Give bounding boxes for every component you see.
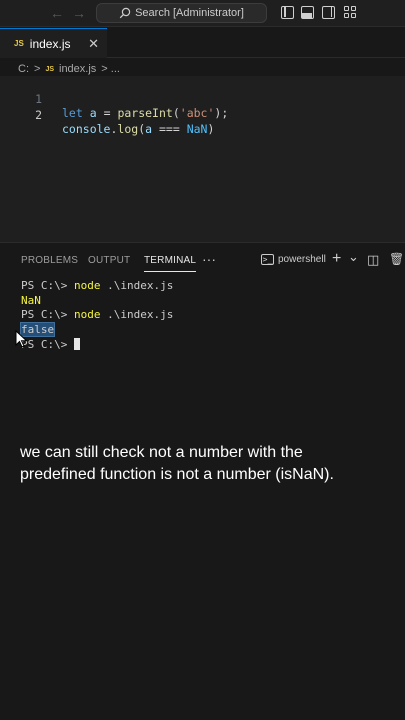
toggle-primary-sidebar-icon[interactable] [281, 6, 294, 19]
code-token: a [89, 106, 97, 120]
terminal-cursor [73, 337, 80, 350]
prompt: PS C:\> [21, 279, 68, 292]
tab-label: index.js [29, 36, 71, 51]
terminal-name: powershell [278, 254, 326, 265]
code-text: console.log(a === NaN) [62, 122, 214, 136]
code-token: ) [207, 122, 215, 136]
add-terminal-icon[interactable]: + [332, 250, 341, 268]
panel-tab-bar: PROBLEMS OUTPUT TERMINAL ··· >_ powershe… [0, 249, 405, 273]
chevron-right-icon: > [34, 63, 41, 75]
code-token: console [62, 122, 111, 136]
code-token: ( [172, 106, 180, 120]
tab-index-js[interactable]: JS index.js ✕ [0, 28, 107, 58]
customize-layout-icon[interactable] [344, 6, 357, 19]
terminal-line-1: PS C:\> node .\index.js [21, 279, 401, 294]
code-text: let a = parseInt('abc'); [62, 106, 228, 120]
code-token: 'abc' [179, 106, 215, 120]
javascript-file-icon: JS [45, 65, 54, 73]
terminal-output-nan: NaN [21, 293, 41, 307]
terminal-selector[interactable]: >_ powershell [261, 254, 326, 265]
editor-tab-bar: JS index.js ✕ [0, 28, 405, 58]
forward-arrow-icon[interactable]: → [72, 5, 86, 21]
code-token: log [117, 122, 139, 136]
terminal-icon: >_ [261, 254, 274, 265]
split-terminal-icon[interactable]: ◫ [367, 252, 379, 268]
toggle-panel-icon[interactable] [301, 6, 314, 19]
code-token: ); [214, 106, 229, 120]
argument: .\index.js [107, 279, 174, 292]
javascript-file-icon: JS [14, 39, 24, 48]
tab-problems[interactable]: PROBLEMS [21, 255, 78, 266]
command: node [73, 279, 101, 292]
line-number: 2 [35, 108, 42, 122]
back-arrow-icon[interactable]: ← [50, 5, 64, 21]
caption-text: we can still check not a number with the… [20, 444, 334, 483]
search-label: Search [Administrator] [135, 7, 244, 19]
code-token: === [152, 122, 187, 136]
breadcrumb-drive[interactable]: C: [18, 63, 29, 75]
title-bar: ← → Search [Administrator] [0, 0, 405, 27]
code-token: parseInt [117, 106, 173, 120]
code-token: let [62, 106, 83, 120]
argument: .\index.js [107, 308, 174, 322]
code-editor[interactable]: 1 let a = parseInt('abc'); 2 console.log… [0, 76, 405, 242]
trash-icon[interactable]: 🗑 [389, 252, 404, 266]
toggle-secondary-sidebar-icon[interactable] [322, 6, 335, 19]
breadcrumb-file[interactable]: index.js [59, 63, 96, 75]
mouse-pointer-icon [15, 330, 28, 348]
tab-terminal[interactable]: TERMINAL [144, 255, 197, 272]
more-actions-icon[interactable]: ··· [202, 251, 216, 267]
search-icon [119, 7, 131, 19]
chevron-down-icon[interactable]: ⌄ [348, 249, 359, 265]
command-center-search[interactable]: Search [Administrator] [96, 3, 267, 23]
code-line-1: 1 let a = parseInt('abc'); [0, 78, 228, 120]
terminal-output[interactable]: PS C:\> node .\index.js NaN PS C:\> node… [19, 279, 401, 353]
prompt: PS C:\> [21, 308, 68, 322]
terminal-line-2: PS C:\> node .\index.js [21, 308, 401, 323]
breadcrumb: C: > JS index.js > ... [18, 62, 120, 76]
command: node [73, 308, 101, 322]
terminal-line-3: PS C:\> [21, 337, 401, 353]
code-line-2: 2 console.log(a === NaN) [0, 94, 214, 136]
close-icon[interactable]: ✕ [88, 36, 99, 52]
code-token: NaN [186, 122, 208, 136]
tab-output[interactable]: OUTPUT [88, 255, 130, 266]
breadcrumb-more[interactable]: > ... [101, 63, 120, 75]
code-token: = [96, 106, 118, 120]
terminal-output-false: false [19, 322, 401, 338]
